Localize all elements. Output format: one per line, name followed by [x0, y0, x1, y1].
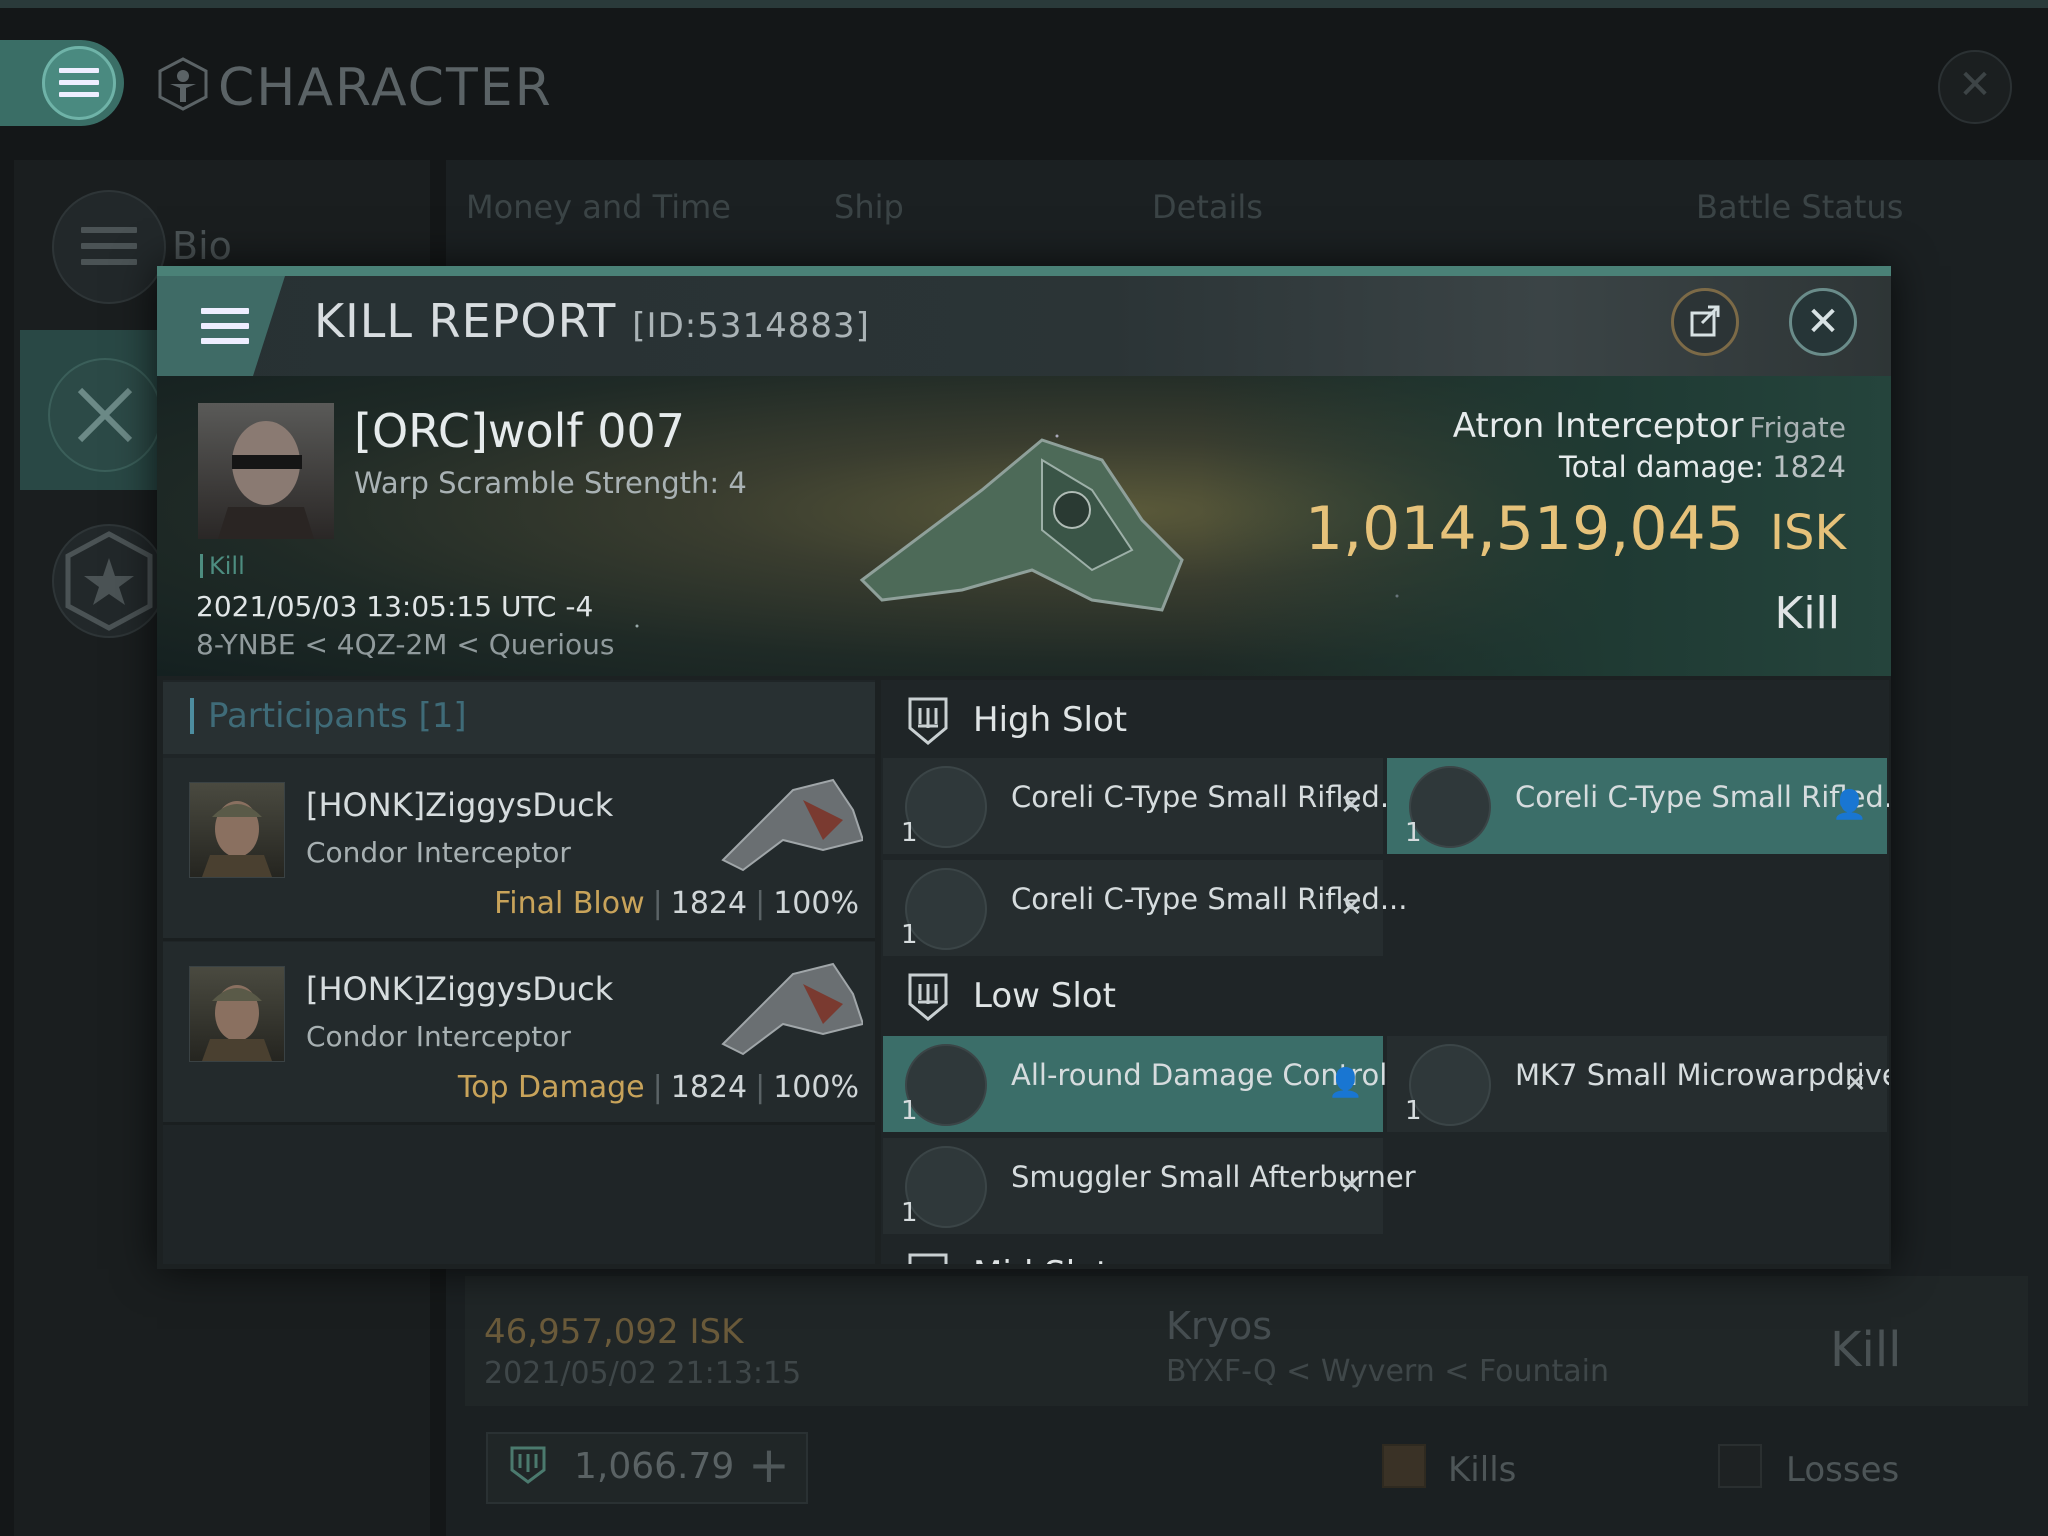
low-slot-icon: [908, 973, 948, 1021]
participants-count: [1]: [418, 696, 467, 736]
item-qty: 1: [901, 920, 918, 950]
participant-ship: Condor Interceptor: [306, 836, 571, 869]
hamburger-icon: [59, 68, 99, 98]
list-item-ship: Kryos: [1166, 1304, 1273, 1348]
fitted-item[interactable]: 1 Coreli C-Type Small Rifled... ✕: [883, 860, 1407, 956]
tab-money-time[interactable]: Money and Time: [466, 188, 731, 226]
list-item-location: BYXF-Q < Wyvern < Fountain: [1166, 1354, 1610, 1389]
item-qty: 1: [901, 1096, 918, 1126]
isk-value: 1,014,519,045 ISK: [1304, 494, 1846, 564]
top-edge: [0, 0, 2048, 8]
tab-details[interactable]: Details: [1152, 188, 1263, 226]
final-blow-tag: Final Blow: [494, 886, 645, 921]
fitted-item[interactable]: 1 Coreli C-Type Small Rifled... ✕: [883, 758, 1407, 854]
menu-lines-icon: [81, 227, 137, 267]
item-qty: 1: [1405, 818, 1422, 848]
share-button[interactable]: [1671, 288, 1739, 356]
sidebar-item-bio-icon[interactable]: [52, 190, 166, 304]
item-qty: 1: [901, 1198, 918, 1228]
fitted-item[interactable]: 1 Smuggler Small Afterburner ✕: [883, 1138, 1416, 1234]
list-item-isk: 46,957,092 ISK: [484, 1312, 744, 1352]
hamburger-icon: [201, 308, 249, 344]
participant-damage: 1824: [670, 886, 748, 921]
modal-title: KILL REPORT [ID:5314883]: [314, 294, 870, 348]
star-badge-icon[interactable]: [52, 524, 166, 638]
destroyed-icon: ✕: [1339, 890, 1363, 923]
participant-row[interactable]: [HONK]ZiggysDuck Condor Interceptor Top …: [163, 942, 875, 1125]
mid-slot-icon: [908, 1253, 948, 1264]
list-item-result: Kill: [1830, 1322, 1902, 1378]
kill-tag: Kill: [200, 554, 245, 578]
condor-ship-icon: [721, 962, 863, 1056]
warp-scramble-strength: Warp Scramble Strength: 4: [354, 466, 747, 500]
low-slot-title: Low Slot: [973, 976, 1116, 1016]
participant-stats: Top Damage | 1824 | 100%: [457, 1070, 859, 1105]
destroyed-icon: ✕: [1843, 1066, 1867, 1099]
add-balance-button[interactable]: +: [748, 1436, 790, 1494]
close-app-button[interactable]: ✕: [1938, 50, 2012, 124]
high-slot-title: High Slot: [973, 700, 1128, 740]
close-icon: ✕: [1806, 299, 1840, 345]
participant-name[interactable]: [HONK]ZiggysDuck: [306, 970, 613, 1008]
losses-legend-icon: [1718, 1444, 1762, 1488]
participant-portrait: [189, 966, 285, 1062]
sidebar-item-bio[interactable]: Bio: [172, 224, 232, 268]
kills-legend-icon: [1382, 1444, 1426, 1488]
plex-icon: [510, 1446, 546, 1484]
item-qty: 1: [1405, 1096, 1422, 1126]
atron-ship-icon: [859, 438, 1184, 612]
ship-class: Frigate: [1749, 411, 1847, 444]
top-damage-tag: Top Damage: [457, 1070, 645, 1105]
kills-label[interactable]: Kills: [1448, 1450, 1516, 1490]
kill-location[interactable]: 8-YNBE < 4QZ-2M < Querious: [196, 628, 614, 661]
condor-ship-icon: [721, 778, 863, 872]
participant-row[interactable]: [HONK]ZiggysDuck Condor Interceptor Fina…: [163, 758, 875, 941]
isk-currency: ISK: [1769, 505, 1846, 561]
balance-value: 1,066.79: [574, 1446, 735, 1487]
close-icon: ✕: [1958, 62, 1992, 108]
kill-report-id: [ID:5314883]: [632, 306, 870, 346]
fitted-item[interactable]: 1 Coreli C-Type Small Rifled... 👤: [1387, 758, 1889, 854]
fitting-panel: High Slot 1 Coreli C-Type Small Rifled..…: [881, 680, 1889, 1264]
losses-label[interactable]: Losses: [1786, 1450, 1899, 1490]
dropped-icon: 👤: [1328, 1066, 1363, 1099]
list-item-date: 2021/05/02 21:13:15: [484, 1356, 802, 1391]
participant-stats: Final Blow | 1824 | 100%: [494, 886, 859, 921]
participant-percent: 100%: [773, 886, 859, 921]
fitted-item[interactable]: 1 MK7 Small Microwarpdrive ✕: [1387, 1036, 1889, 1132]
victim-name[interactable]: [ORC]wolf 007: [354, 404, 685, 458]
destroyed-icon: ✕: [1339, 1168, 1363, 1201]
kill-datetime: 2021/05/03 13:05:15 UTC -4: [196, 590, 594, 623]
participant-name[interactable]: [HONK]ZiggysDuck: [306, 786, 613, 824]
main-menu-button[interactable]: [0, 40, 124, 126]
participant-ship: Condor Interceptor: [306, 1020, 571, 1053]
crossed-swords-icon: [48, 358, 162, 472]
mid-slot-title: Mid Slot: [973, 1254, 1109, 1264]
total-damage-value: 1824: [1772, 450, 1846, 484]
destroyed-icon: ✕: [1339, 788, 1363, 821]
victim-portrait: [198, 403, 334, 539]
fitted-item[interactable]: 1 All-round Damage Control 👤: [883, 1036, 1387, 1132]
close-modal-button[interactable]: ✕: [1789, 288, 1857, 356]
kill-result: Kill: [1774, 588, 1840, 639]
participants-title: Participants [1]: [190, 698, 467, 734]
item-label: MK7 Small Microwarpdrive: [1515, 1058, 1889, 1092]
participant-percent: 100%: [773, 1070, 859, 1105]
share-icon: [1690, 305, 1720, 337]
item-qty: 1: [901, 818, 918, 848]
tab-ship[interactable]: Ship: [834, 188, 904, 226]
dropped-icon: 👤: [1832, 788, 1867, 821]
participant-damage: 1824: [670, 1070, 748, 1105]
character-icon: [158, 57, 208, 111]
high-slot-icon: [908, 697, 948, 745]
modal-accent-line: [157, 266, 1891, 276]
participant-portrait: [189, 782, 285, 878]
total-damage: Total damage: 1824: [1559, 450, 1846, 484]
page-title: CHARACTER: [218, 58, 553, 118]
tab-battle-status[interactable]: Battle Status: [1696, 188, 1903, 226]
victim-ship[interactable]: Atron Interceptor Frigate: [1453, 406, 1846, 446]
